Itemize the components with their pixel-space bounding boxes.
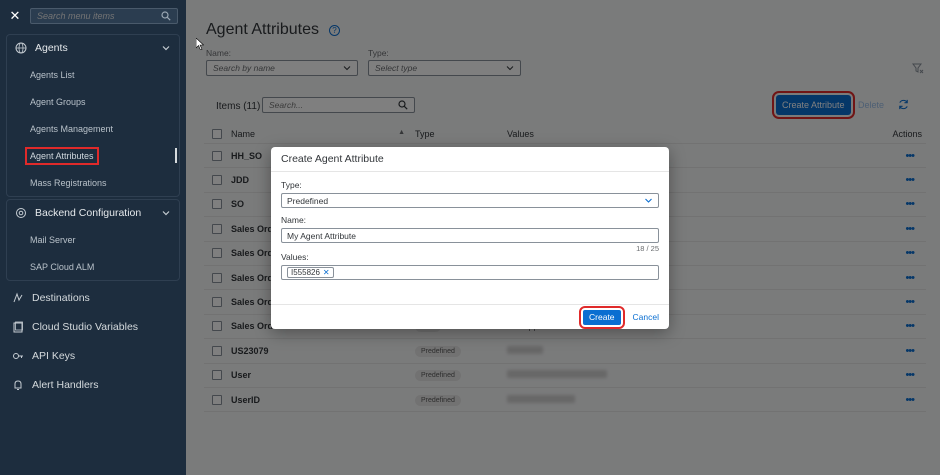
name-input[interactable]: My Agent Attribute: [281, 228, 659, 243]
document-icon: [13, 321, 23, 332]
create-button[interactable]: Create: [579, 305, 625, 329]
nav-group-label: Backend Configuration: [35, 207, 142, 219]
dialog-title: Create Agent Attribute: [271, 147, 669, 172]
sidebar-item-agent-attributes[interactable]: Agent Attributes: [7, 142, 179, 169]
sidebar-item-label: Agent Attributes: [25, 146, 99, 165]
type-select[interactable]: Predefined: [281, 193, 659, 208]
search-icon[interactable]: [161, 11, 171, 21]
nav-group-agents-header[interactable]: Agents: [7, 35, 179, 61]
settings-icon: [16, 208, 26, 218]
sidebar-item-label: Agents List: [30, 69, 75, 80]
sidebar-item-label: Mass Registrations: [30, 177, 107, 188]
menu-search[interactable]: [30, 8, 178, 24]
nav-label: Cloud Studio Variables: [32, 320, 139, 333]
dialog-footer: Create Cancel: [271, 304, 669, 329]
nav-group-backend-configuration: Backend Configuration Mail Server SAP Cl…: [6, 199, 180, 281]
nav-alert-handlers[interactable]: Alert Handlers: [0, 370, 186, 399]
nav-label: Alert Handlers: [32, 378, 99, 391]
value-token-text: I555826: [291, 268, 320, 277]
dialog-body: Type: Predefined Name: My Agent Attribut…: [271, 172, 669, 280]
sidebar-item-agents-management[interactable]: Agents Management: [7, 115, 179, 142]
menu-search-input[interactable]: [37, 11, 161, 21]
values-multi-input[interactable]: I555826 ✕: [281, 265, 659, 280]
name-input-value: My Agent Attribute: [287, 230, 356, 241]
bell-icon: [14, 379, 22, 390]
side-navigation: ✕ Agents Agents List Agent Groups Agents…: [0, 0, 186, 475]
chevron-down-icon[interactable]: [644, 196, 653, 205]
chevron-down-icon[interactable]: [161, 43, 171, 53]
remove-token-icon[interactable]: ✕: [323, 268, 330, 277]
sidebar-item-label: Mail Server: [30, 234, 76, 245]
nav-cloud-studio-variables[interactable]: Cloud Studio Variables: [0, 312, 186, 341]
nav-group-label: Agents: [35, 42, 68, 54]
name-label: Name:: [281, 215, 307, 225]
create-agent-attribute-dialog: Create Agent Attribute Type: Predefined …: [271, 147, 669, 329]
nav-group-backend-header[interactable]: Backend Configuration: [7, 200, 179, 226]
close-icon[interactable]: ✕: [8, 9, 22, 23]
type-label: Type:: [281, 180, 302, 190]
globe-icon: [15, 42, 27, 54]
mouse-pointer-icon: [196, 38, 204, 50]
cancel-button[interactable]: Cancel: [633, 312, 659, 322]
nav-destinations[interactable]: Destinations: [0, 283, 186, 312]
nav-label: API Keys: [32, 349, 76, 362]
nav-group-agents: Agents Agents List Agent Groups Agents M…: [6, 34, 180, 197]
sidebar-item-agents-list[interactable]: Agents List: [7, 61, 179, 88]
route-icon: [13, 292, 23, 302]
value-token: I555826 ✕: [287, 267, 334, 278]
chevron-down-icon[interactable]: [161, 208, 171, 218]
sidebar-item-label: Agents Management: [30, 123, 114, 134]
key-icon: [13, 352, 23, 359]
sidebar-item-label: Agent Groups: [30, 96, 86, 107]
sidebar-item-label: SAP Cloud ALM: [30, 261, 95, 272]
sidebar-item-sap-cloud-alm[interactable]: SAP Cloud ALM: [7, 253, 179, 280]
sidebar-item-agent-groups[interactable]: Agent Groups: [7, 88, 179, 115]
sidebar-item-mass-registrations[interactable]: Mass Registrations: [7, 169, 179, 196]
sidebar-header: ✕: [0, 0, 186, 32]
nav-api-keys[interactable]: API Keys: [0, 341, 186, 370]
sidebar-item-mail-server[interactable]: Mail Server: [7, 226, 179, 253]
type-select-value: Predefined: [287, 195, 329, 206]
nav-label: Destinations: [32, 291, 90, 304]
values-label: Values:: [281, 252, 309, 262]
